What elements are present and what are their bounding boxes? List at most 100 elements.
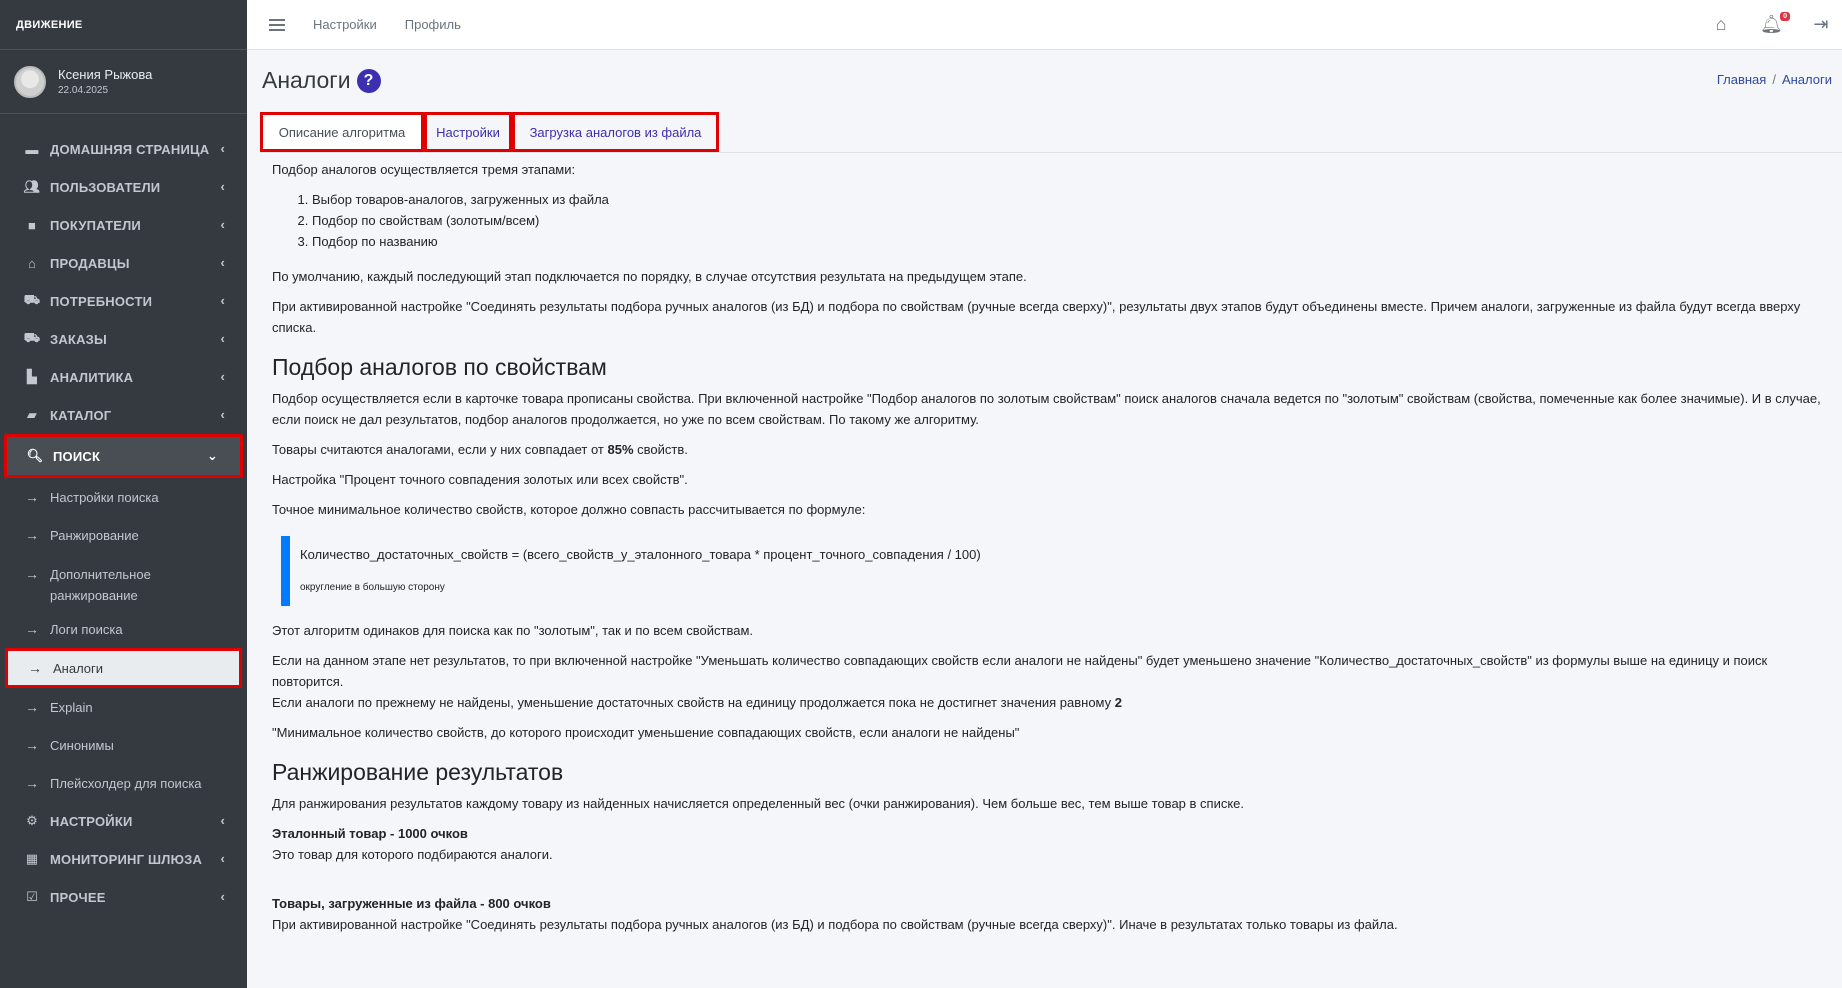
- paragraph-decrease: Если на данном этапе нет результатов, то…: [272, 653, 1768, 710]
- section-heading-properties: Подбор аналогов по свойствам: [272, 354, 607, 380]
- sidebar-item-users[interactable]: 👥︎ ПОЛЬЗОВАТЕЛИ ‹: [0, 168, 247, 206]
- sidebar-item-sellers[interactable]: ⌂ ПРОДАВЦЫ ‹: [0, 244, 247, 282]
- arrow-right-icon: →: [25, 527, 39, 543]
- search-icon: 🔍︎: [26, 448, 44, 463]
- sidebar-subitem-label: Синонимы: [50, 737, 114, 753]
- sidebar-item-analytics[interactable]: ▙ АНАЛИТИКА ‹: [0, 358, 247, 396]
- sidebar-item-label: ДОМАШНЯЯ СТРАНИЦА: [50, 141, 210, 157]
- sidebar: ДВИЖЕНИЕ Ксения Рыжова 22.04.2025 ▬ ДОМА…: [0, 0, 247, 988]
- home-icon[interactable]: ⌂: [1710, 14, 1732, 35]
- user-name[interactable]: Ксения Рыжова: [58, 67, 152, 82]
- formula-callout: Количество_достаточных_свойств = (всего_…: [281, 536, 1832, 606]
- page-title: Аналоги ?: [262, 67, 381, 94]
- sidebar-subitem-label: Дополнительное ранжирование: [50, 567, 151, 603]
- breadcrumb-home[interactable]: Главная: [1717, 72, 1766, 87]
- sidebar-subitem-placeholder[interactable]: → Плейсхолдер для поиска: [0, 764, 247, 802]
- bell-icon[interactable]: 🔔︎ 0: [1760, 12, 1790, 35]
- user-panel: Ксения Рыжова 22.04.2025: [0, 50, 247, 114]
- tabs: Описание алгоритма Настройки Загрузка ан…: [260, 112, 1842, 153]
- avatar[interactable]: [14, 65, 46, 98]
- list-item: Подбор по свойствам (золотым/всем): [312, 210, 1832, 231]
- sidebar-subitem-label: Плейсхолдер для поиска: [50, 775, 202, 791]
- sidebar-item-label: АНАЛИТИКА: [50, 369, 134, 385]
- logout-icon[interactable]: ⇥: [1810, 14, 1832, 35]
- table-icon: ▦: [25, 851, 39, 866]
- sidebar-item-other[interactable]: ☑ ПРОЧЕЕ ‹: [0, 878, 247, 916]
- sidebar-item-label: НАСТРОЙКИ: [50, 813, 133, 829]
- paragraph-percent-setting: Настройка "Процент точного совпадения зо…: [272, 472, 688, 487]
- sidebar-subitem-label: Аналоги: [53, 660, 104, 676]
- sidebar-subitem-label: Ранжирование: [50, 527, 139, 543]
- cart-plus-icon: ⛟: [23, 292, 41, 307]
- brand[interactable]: ДВИЖЕНИЕ: [0, 0, 247, 50]
- sidebar-item-label: ПОЛЬЗОВАТЕЛИ: [50, 179, 161, 195]
- arrow-right-icon: →: [25, 699, 39, 715]
- callout-accent-bar: [281, 536, 290, 606]
- tab-upload-analogs[interactable]: Загрузка аналогов из файла: [512, 112, 719, 152]
- topbar-actions: ⌂ 🔔︎ 0 ⇥: [1710, 12, 1832, 35]
- ranking-title: Эталонный товар - 1000 очков: [272, 826, 468, 841]
- breadcrumb-current[interactable]: Аналоги: [1782, 72, 1832, 87]
- brand-logo[interactable]: ДВИЖЕНИЕ: [16, 19, 83, 31]
- sidebar-subitem-synonyms[interactable]: → Синонимы: [0, 726, 247, 764]
- ranking-file-item: Товары, загруженные из файла - 800 очков…: [272, 896, 1398, 932]
- paragraph-same-algorithm: Этот алгоритм одинаков для поиска как по…: [272, 623, 753, 638]
- arrow-right-icon: →: [28, 660, 42, 676]
- sidebar-item-label: ПОИСК: [53, 448, 101, 464]
- sidebar-subitem-search-settings[interactable]: → Настройки поиска: [0, 478, 247, 516]
- sidebar-subitem-label: Настройки поиска: [50, 489, 159, 505]
- sidebar-item-needs[interactable]: ⛟ ПОТРЕБНОСТИ ‹: [0, 282, 247, 320]
- section-heading-ranking: Ранжирование результатов: [272, 759, 564, 785]
- tab-settings[interactable]: Настройки: [424, 112, 512, 152]
- sidebar-item-label: ПОКУПАТЕЛИ: [50, 217, 141, 233]
- steps-list: Выбор товаров-аналогов, загруженных из ф…: [312, 189, 1832, 252]
- sidebar-item-label: ПРОЧЕЕ: [50, 889, 106, 905]
- hamburger-menu-icon[interactable]: [269, 18, 285, 31]
- tab-algorithm-description[interactable]: Описание алгоритма: [260, 112, 424, 152]
- arrow-right-icon: →: [25, 489, 39, 505]
- sidebar-subitem-label: Логи поиска: [50, 621, 123, 637]
- sidebar-item-home[interactable]: ▬ ДОМАШНЯЯ СТРАНИЦА ‹: [0, 130, 247, 168]
- help-icon[interactable]: ?: [356, 68, 381, 93]
- sidebar-subitem-extra-ranking[interactable]: → Дополнительное ранжирование: [0, 554, 247, 610]
- paragraph-default-order: По умолчанию, каждый последующий этап по…: [272, 269, 1027, 284]
- sidebar-item-search[interactable]: 🔍︎ ПОИСК ⌄: [4, 434, 243, 478]
- topbar-link-settings[interactable]: Настройки: [313, 17, 377, 32]
- sidebar-item-orders[interactable]: ⛟ ЗАКАЗЫ ‹: [0, 320, 247, 358]
- sidebar-item-label: ПОТРЕБНОСТИ: [50, 293, 153, 309]
- folder-icon: ▰: [26, 407, 38, 422]
- sidebar-item-gateway-monitoring[interactable]: ▦ МОНИТОРИНГ ШЛЮЗА ‹: [0, 840, 247, 878]
- topbar: Настройки Профиль ⌂ 🔔︎ 0 ⇥: [247, 0, 1842, 50]
- main-content: Аналоги ? Главная / Аналоги Описание алгор…: [247, 51, 1842, 988]
- arrow-right-icon: →: [25, 566, 39, 582]
- sidebar-subitem-explain[interactable]: → Explain: [0, 688, 247, 726]
- formula-body: Количество_достаточных_свойств = (всего_…: [300, 536, 981, 606]
- page-title-text: Аналоги: [262, 67, 351, 93]
- paragraph-properties: Подбор осуществляется если в карточке то…: [272, 391, 1821, 427]
- sidebar-nav: ▬ ДОМАШНЯЯ СТРАНИЦА ‹ 👥︎ ПОЛЬЗОВАТЕЛИ ‹ …: [0, 130, 247, 916]
- chevron-left-icon: ‹: [220, 141, 225, 156]
- sidebar-item-catalog[interactable]: ▰ КАТАЛОГ ‹: [0, 396, 247, 434]
- sidebar-item-buyers[interactable]: ■ ПОКУПАТЕЛИ ‹: [0, 206, 247, 244]
- sidebar-subitem-analogs[interactable]: → Аналоги: [5, 648, 242, 688]
- chevron-left-icon: ‹: [220, 255, 225, 270]
- chevron-left-icon: ‹: [220, 179, 225, 194]
- sidebar-item-settings[interactable]: ⚙ НАСТРОЙКИ ‹: [0, 802, 247, 840]
- page-header: Аналоги ? Главная / Аналоги: [247, 51, 1842, 113]
- min-value: 2: [1114, 695, 1122, 710]
- chevron-left-icon: ‹: [220, 331, 225, 346]
- topbar-link-profile[interactable]: Профиль: [405, 17, 461, 32]
- sidebar-subitem-ranking[interactable]: → Ранжирование: [0, 516, 247, 554]
- chevron-left-icon: ‹: [220, 217, 225, 232]
- sidebar-subitem-search-logs[interactable]: → Логи поиска: [0, 610, 247, 648]
- bank-icon: ⌂: [27, 255, 37, 271]
- paragraph-ranking: Для ранжирования результатов каждому тов…: [272, 796, 1245, 811]
- user-info: Ксения Рыжова 22.04.2025: [58, 67, 152, 96]
- chevron-left-icon: ‹: [220, 889, 225, 904]
- match-percent: 85%: [607, 442, 634, 457]
- list-item: Подбор по названию: [312, 231, 1832, 252]
- arrow-right-icon: →: [25, 775, 39, 791]
- users-icon: 👥︎: [23, 179, 41, 194]
- chevron-left-icon: ‹: [220, 293, 225, 308]
- checkbox-icon: ☑: [26, 889, 38, 904]
